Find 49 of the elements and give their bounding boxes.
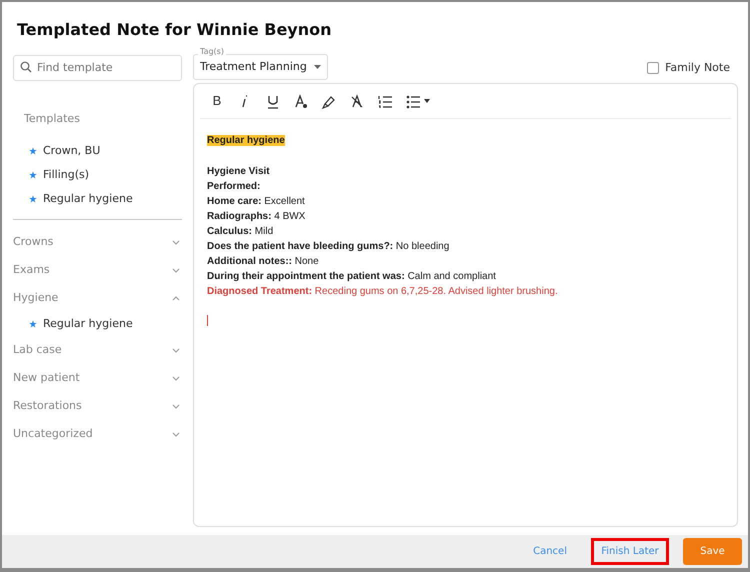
save-button[interactable]: Save — [683, 538, 742, 565]
template-item[interactable]: Regular hygiene — [13, 312, 182, 336]
chevron-icon — [172, 296, 180, 300]
dialog-title: Templated Note for Winnie Beynon — [17, 19, 333, 41]
tag-select[interactable]: Treatment Planning — [193, 54, 328, 80]
note-line: Does the patient have bleeding gums?: No bleeding — [207, 240, 450, 254]
footer-link[interactable]: Cancel — [523, 538, 577, 565]
template-item[interactable]: Filling(s) — [13, 163, 182, 187]
note-line: Home care: Excellent — [207, 195, 306, 209]
star-icon — [29, 147, 37, 155]
checkbox-label: Family Note — [665, 60, 730, 76]
star-icon — [29, 171, 37, 179]
star-icon — [29, 320, 37, 328]
chevron-icon — [172, 376, 180, 380]
note-line: During their appointment the patient was: Calm and compliant — [207, 270, 497, 284]
note-line: Calculus: Mild — [207, 225, 274, 239]
category-item[interactable]: Hygiene — [13, 284, 182, 312]
category-item[interactable]: New patient — [13, 364, 182, 392]
bold-button[interactable]: B — [206, 92, 228, 110]
category-item[interactable]: Crowns — [13, 228, 182, 256]
chevron-icon — [172, 240, 180, 244]
note-line: Radiographs: 4 BWX — [207, 210, 306, 224]
footer-link[interactable]: Finish Later — [591, 538, 669, 565]
note-line: Additional notes:: None — [207, 255, 320, 269]
template-item[interactable]: Regular hygiene — [13, 187, 182, 211]
chevron-icon — [172, 432, 180, 436]
caret-icon[interactable] — [424, 99, 430, 103]
template-item[interactable]: Crown, BU — [13, 139, 182, 163]
caret-icon — [314, 65, 321, 69]
note-heading: Regular hygiene — [207, 135, 285, 146]
note-line: Diagnosed Treatment: Receding gums on 6,7,25-28. Advised lighter brushing. — [207, 285, 559, 299]
note-line: Hygiene Visit — [207, 165, 271, 179]
bullet-list-icon[interactable] — [405, 92, 421, 110]
chevron-icon — [172, 404, 180, 408]
text-cursor — [207, 315, 208, 326]
chevron-icon — [172, 268, 180, 272]
clear-format-icon[interactable] — [349, 92, 365, 110]
checkbox[interactable] — [647, 62, 660, 74]
field-label: Tag(s) — [198, 46, 226, 58]
star-icon — [29, 195, 37, 203]
category-item[interactable]: Uncategorized — [13, 420, 182, 448]
note-line: Performed: — [207, 180, 262, 194]
search-field[interactable]: Find template — [13, 54, 182, 80]
section-heading: Templates — [24, 110, 81, 126]
text-color-icon[interactable] — [293, 92, 309, 110]
category-item[interactable]: Exams — [13, 256, 182, 284]
category-item[interactable]: Lab case — [13, 336, 182, 364]
chevron-icon — [172, 348, 180, 352]
category-item[interactable]: Restorations — [13, 392, 182, 420]
